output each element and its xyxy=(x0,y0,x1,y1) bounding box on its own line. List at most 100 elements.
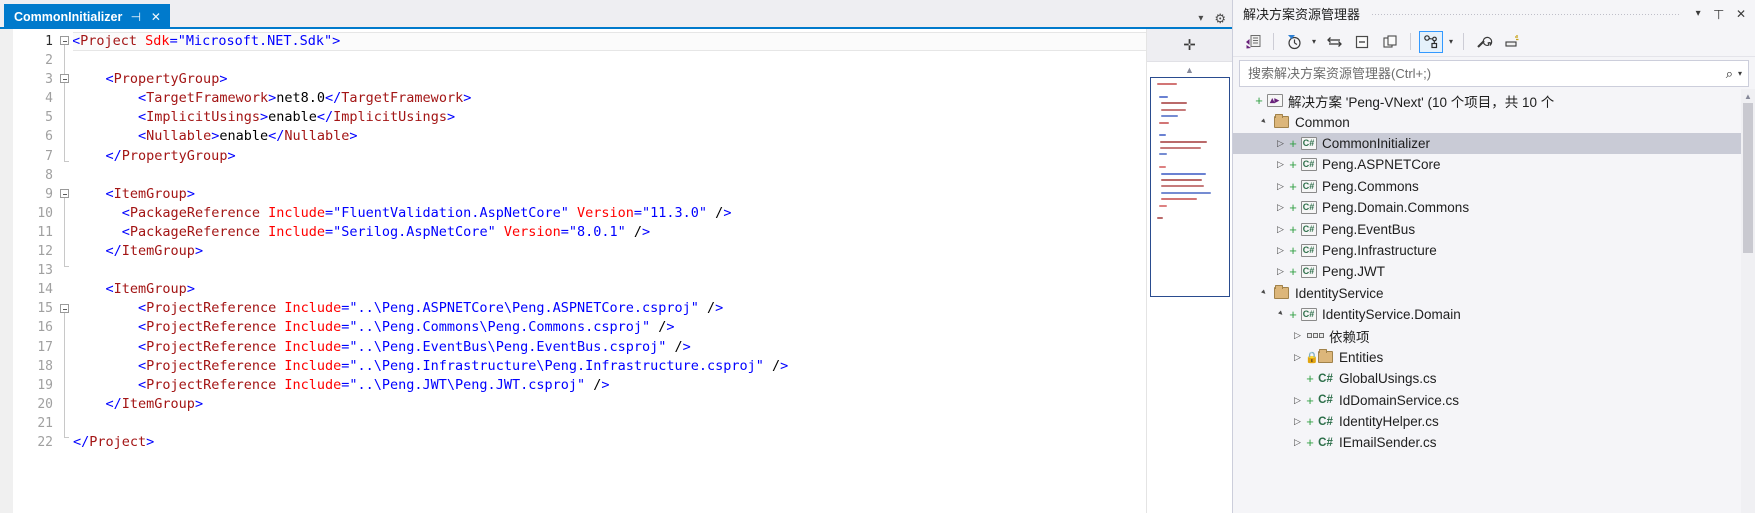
collapse-all-icon[interactable] xyxy=(1350,31,1374,53)
tree-item-label: IdentityHelper.cs xyxy=(1339,414,1439,430)
code-line[interactable]: <ProjectReference Include="..\Peng.Commo… xyxy=(73,318,1146,337)
code-line[interactable]: <TargetFramework>net8.0</TargetFramework… xyxy=(73,89,1146,108)
code-line[interactable] xyxy=(73,261,1146,280)
tree-item[interactable]: ▷ + C# Peng.JWT xyxy=(1233,261,1755,282)
chevron-down-icon[interactable]: ▾ xyxy=(1310,37,1318,46)
expander-closed-icon[interactable]: ▷ xyxy=(1273,245,1288,256)
code-text-area[interactable]: <Project Sdk="Microsoft.NET.Sdk"> <Prope… xyxy=(73,29,1146,513)
editor-pane: CommonInitializer ⊣ ✕ ▾ ⚙ 1 2 3 4 5 6 7 8 9 10 11 1… xyxy=(0,0,1232,513)
tree-item[interactable]: ▷ + C# IEmailSender.cs xyxy=(1233,432,1755,453)
tree-item-selected[interactable]: ▷ + C# CommonInitializer xyxy=(1233,132,1755,155)
line-number: 2 xyxy=(45,53,53,69)
csharp-project-icon: C# xyxy=(1300,136,1317,150)
outlining-margin[interactable] xyxy=(57,29,73,513)
expander-closed-icon[interactable]: ▷ xyxy=(1273,266,1288,277)
expander-closed-icon[interactable]: ▷ xyxy=(1290,352,1305,363)
scrollbar-thumb[interactable] xyxy=(1743,103,1753,253)
code-line[interactable]: </ItemGroup> xyxy=(73,242,1146,261)
pin-icon[interactable]: ⊥ xyxy=(1710,6,1727,22)
pending-changes-filter-icon[interactable] xyxy=(1282,31,1306,53)
tree-item[interactable]: ▷ + C# Peng.Infrastructure xyxy=(1233,240,1755,261)
code-line[interactable]: <ImplicitUsings>enable</ImplicitUsings> xyxy=(73,108,1146,127)
tree-item[interactable]: + ▴▸ 解决方案 'Peng-VNext' (10 个项目，共 10 个 xyxy=(1233,90,1755,111)
editor-indicator-margin[interactable] xyxy=(0,29,13,513)
search-icon[interactable]: ⌕ xyxy=(1726,66,1733,82)
code-line[interactable]: <ItemGroup> xyxy=(73,185,1146,204)
drag-handle-dots[interactable] xyxy=(1372,9,1681,18)
tree-item[interactable]: ▷ + C# Peng.ASPNETCore xyxy=(1233,154,1755,175)
code-line[interactable]: <ProjectReference Include="..\Peng.ASPNE… xyxy=(73,299,1146,318)
pin-icon[interactable]: ⊣ xyxy=(129,10,142,24)
expander-open-icon[interactable]: ▼ xyxy=(1256,114,1272,130)
code-line[interactable]: </Project> xyxy=(73,433,1146,452)
expander-open-icon[interactable]: ▼ xyxy=(1273,306,1289,322)
search-input[interactable] xyxy=(1248,66,1726,81)
code-line[interactable] xyxy=(73,166,1146,185)
minimap[interactable] xyxy=(1147,77,1232,513)
search-options-chevron-icon[interactable]: ▾ xyxy=(1738,69,1742,78)
code-line[interactable]: <PackageReference Include="Serilog.AspNe… xyxy=(73,223,1146,242)
code-line[interactable]: </PropertyGroup> xyxy=(73,147,1146,166)
chevron-down-icon[interactable]: ▾ xyxy=(1693,8,1704,19)
code-line[interactable]: </ItemGroup> xyxy=(73,395,1146,414)
expander-closed-icon[interactable]: ▷ xyxy=(1290,395,1305,406)
chevron-down-icon[interactable]: ▾ xyxy=(1198,13,1203,24)
expander-open-icon[interactable]: ▼ xyxy=(1256,285,1272,301)
code-line[interactable]: <Project Sdk="Microsoft.NET.Sdk"> xyxy=(73,32,1146,52)
tree-item-label: CommonInitializer xyxy=(1322,135,1431,151)
code-line[interactable] xyxy=(73,414,1146,433)
csharp-project-icon: C# xyxy=(1300,201,1317,215)
code-line[interactable]: <Nullable>enable</Nullable> xyxy=(73,127,1146,146)
tree-item[interactable]: ▷ 🔒 Entities xyxy=(1233,347,1755,368)
expander-closed-icon[interactable]: ▷ xyxy=(1290,437,1305,448)
gear-icon[interactable]: ⚙ xyxy=(1214,12,1226,25)
code-view-icon[interactable] xyxy=(1241,31,1265,53)
tree-item[interactable]: ▷ 依赖项 xyxy=(1233,325,1755,346)
expander-closed-icon[interactable]: ▷ xyxy=(1290,416,1305,427)
csharp-project-icon: C# xyxy=(1300,222,1317,236)
tree-item[interactable]: ▼ + C# IdentityService.Domain xyxy=(1233,304,1755,325)
expander-closed-icon[interactable]: ▷ xyxy=(1273,202,1288,213)
solution-explorer-search[interactable]: ⌕ ▾ xyxy=(1239,60,1749,87)
expander-closed-icon[interactable]: ▷ xyxy=(1273,138,1288,149)
scroll-up-arrow[interactable]: ▲ xyxy=(1741,89,1755,103)
properties-wrench-icon[interactable] xyxy=(1472,31,1496,53)
tree-item[interactable]: ▷ + C# IdDomainService.cs xyxy=(1233,389,1755,410)
tree-item[interactable]: ▼ Common xyxy=(1233,111,1755,132)
source-control-add-icon: + xyxy=(1289,200,1297,216)
solution-tree-scrollbar[interactable]: ▲ xyxy=(1741,89,1755,513)
code-line[interactable] xyxy=(73,51,1146,70)
close-icon[interactable]: ✕ xyxy=(149,10,162,24)
tree-item[interactable]: ▷ + C# Peng.EventBus xyxy=(1233,218,1755,239)
code-line[interactable]: <ProjectReference Include="..\Peng.Event… xyxy=(73,338,1146,357)
expander-closed-icon[interactable]: ▷ xyxy=(1273,181,1288,192)
scroll-up-arrow[interactable]: ▲ xyxy=(1147,62,1232,77)
chevron-down-icon-2[interactable]: ▾ xyxy=(1447,37,1455,46)
source-control-add-icon: + xyxy=(1306,371,1314,387)
solution-tree[interactable]: + ▴▸ 解决方案 'Peng-VNext' (10 个项目，共 10 个 ▼ Comm… xyxy=(1233,89,1755,513)
tree-item[interactable]: ▷ + C# Peng.Commons xyxy=(1233,176,1755,197)
code-line[interactable]: <ItemGroup> xyxy=(73,280,1146,299)
tab-commoninitializer[interactable]: CommonInitializer ⊣ ✕ xyxy=(4,4,171,29)
tree-item-label: IEmailSender.cs xyxy=(1339,435,1437,451)
split-view-icon[interactable]: ✛ xyxy=(1147,29,1232,62)
line-number: 20 xyxy=(37,396,53,412)
tree-item[interactable]: + C# GlobalUsings.cs xyxy=(1233,368,1755,389)
tree-item[interactable]: ▷ + C# IdentityHelper.cs xyxy=(1233,411,1755,432)
expander-closed-icon[interactable]: ▷ xyxy=(1273,159,1288,170)
tree-item[interactable]: ▷ + C# Peng.Domain.Commons xyxy=(1233,197,1755,218)
code-line[interactable]: <ProjectReference Include="..\Peng.Infra… xyxy=(73,357,1146,376)
code-line[interactable]: <ProjectReference Include="..\Peng.JWT\P… xyxy=(73,376,1146,395)
code-line[interactable]: <PropertyGroup> xyxy=(73,70,1146,89)
home-icon[interactable] xyxy=(1419,30,1444,53)
show-all-files-icon[interactable] xyxy=(1378,31,1402,53)
expander-closed-icon[interactable]: ▷ xyxy=(1290,330,1305,341)
code-line[interactable]: <PackageReference Include="FluentValidat… xyxy=(73,204,1146,223)
preview-selected-items-icon[interactable] xyxy=(1500,31,1524,53)
source-control-add-icon: + xyxy=(1306,435,1314,451)
tree-item[interactable]: ▼ IdentityService xyxy=(1233,283,1755,304)
source-control-add-icon: + xyxy=(1289,135,1297,151)
sync-with-document-icon[interactable] xyxy=(1322,31,1346,53)
close-icon[interactable]: ✕ xyxy=(1733,7,1749,21)
expander-closed-icon[interactable]: ▷ xyxy=(1273,224,1288,235)
